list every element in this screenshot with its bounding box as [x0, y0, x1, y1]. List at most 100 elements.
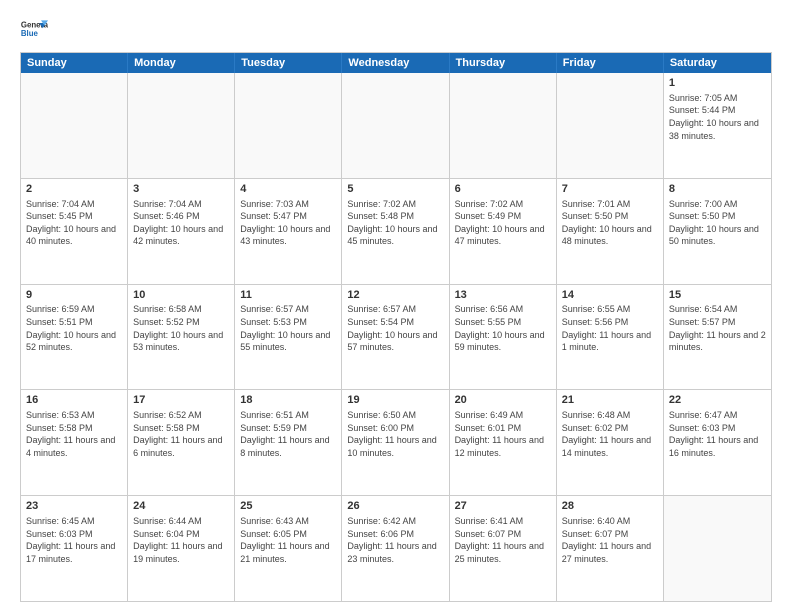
day-number: 7	[562, 182, 658, 197]
calendar-cell: 7Sunrise: 7:01 AM Sunset: 5:50 PM Daylig…	[557, 179, 664, 284]
day-number: 17	[133, 393, 229, 408]
day-number: 24	[133, 499, 229, 514]
calendar-cell: 17Sunrise: 6:52 AM Sunset: 5:58 PM Dayli…	[128, 390, 235, 495]
day-info: Sunrise: 6:57 AM Sunset: 5:53 PM Dayligh…	[240, 303, 336, 353]
day-info: Sunrise: 6:54 AM Sunset: 5:57 PM Dayligh…	[669, 303, 766, 353]
header-day-sunday: Sunday	[21, 53, 128, 73]
calendar-cell: 1Sunrise: 7:05 AM Sunset: 5:44 PM Daylig…	[664, 73, 771, 178]
calendar-cell: 5Sunrise: 7:02 AM Sunset: 5:48 PM Daylig…	[342, 179, 449, 284]
calendar-cell: 11Sunrise: 6:57 AM Sunset: 5:53 PM Dayli…	[235, 285, 342, 390]
day-info: Sunrise: 6:58 AM Sunset: 5:52 PM Dayligh…	[133, 303, 229, 353]
calendar-cell	[664, 496, 771, 601]
day-number: 6	[455, 182, 551, 197]
day-info: Sunrise: 6:44 AM Sunset: 6:04 PM Dayligh…	[133, 515, 229, 565]
calendar-cell: 4Sunrise: 7:03 AM Sunset: 5:47 PM Daylig…	[235, 179, 342, 284]
day-info: Sunrise: 6:43 AM Sunset: 6:05 PM Dayligh…	[240, 515, 336, 565]
calendar-cell	[235, 73, 342, 178]
day-number: 8	[669, 182, 766, 197]
day-info: Sunrise: 6:50 AM Sunset: 6:00 PM Dayligh…	[347, 409, 443, 459]
day-info: Sunrise: 6:48 AM Sunset: 6:02 PM Dayligh…	[562, 409, 658, 459]
day-number: 21	[562, 393, 658, 408]
day-info: Sunrise: 7:00 AM Sunset: 5:50 PM Dayligh…	[669, 198, 766, 248]
header-day-monday: Monday	[128, 53, 235, 73]
day-info: Sunrise: 7:04 AM Sunset: 5:46 PM Dayligh…	[133, 198, 229, 248]
day-number: 9	[26, 288, 122, 303]
day-number: 27	[455, 499, 551, 514]
calendar: SundayMondayTuesdayWednesdayThursdayFrid…	[20, 52, 772, 602]
day-info: Sunrise: 6:59 AM Sunset: 5:51 PM Dayligh…	[26, 303, 122, 353]
calendar-cell: 12Sunrise: 6:57 AM Sunset: 5:54 PM Dayli…	[342, 285, 449, 390]
calendar-cell: 28Sunrise: 6:40 AM Sunset: 6:07 PM Dayli…	[557, 496, 664, 601]
header-day-tuesday: Tuesday	[235, 53, 342, 73]
day-number: 28	[562, 499, 658, 514]
day-info: Sunrise: 6:40 AM Sunset: 6:07 PM Dayligh…	[562, 515, 658, 565]
day-number: 26	[347, 499, 443, 514]
calendar-cell: 14Sunrise: 6:55 AM Sunset: 5:56 PM Dayli…	[557, 285, 664, 390]
day-number: 10	[133, 288, 229, 303]
day-info: Sunrise: 7:02 AM Sunset: 5:49 PM Dayligh…	[455, 198, 551, 248]
calendar-cell: 23Sunrise: 6:45 AM Sunset: 6:03 PM Dayli…	[21, 496, 128, 601]
day-number: 11	[240, 288, 336, 303]
calendar-cell: 22Sunrise: 6:47 AM Sunset: 6:03 PM Dayli…	[664, 390, 771, 495]
day-info: Sunrise: 6:45 AM Sunset: 6:03 PM Dayligh…	[26, 515, 122, 565]
calendar-cell: 20Sunrise: 6:49 AM Sunset: 6:01 PM Dayli…	[450, 390, 557, 495]
calendar-week-5: 23Sunrise: 6:45 AM Sunset: 6:03 PM Dayli…	[21, 495, 771, 601]
calendar-header: SundayMondayTuesdayWednesdayThursdayFrid…	[21, 53, 771, 73]
logo-icon: General Blue	[20, 16, 48, 44]
day-number: 15	[669, 288, 766, 303]
day-number: 22	[669, 393, 766, 408]
day-number: 23	[26, 499, 122, 514]
calendar-cell: 6Sunrise: 7:02 AM Sunset: 5:49 PM Daylig…	[450, 179, 557, 284]
day-number: 14	[562, 288, 658, 303]
calendar-body: 1Sunrise: 7:05 AM Sunset: 5:44 PM Daylig…	[21, 73, 771, 601]
day-info: Sunrise: 6:55 AM Sunset: 5:56 PM Dayligh…	[562, 303, 658, 353]
calendar-cell	[342, 73, 449, 178]
day-number: 12	[347, 288, 443, 303]
calendar-cell: 21Sunrise: 6:48 AM Sunset: 6:02 PM Dayli…	[557, 390, 664, 495]
day-number: 19	[347, 393, 443, 408]
calendar-cell: 18Sunrise: 6:51 AM Sunset: 5:59 PM Dayli…	[235, 390, 342, 495]
calendar-cell: 9Sunrise: 6:59 AM Sunset: 5:51 PM Daylig…	[21, 285, 128, 390]
day-info: Sunrise: 6:41 AM Sunset: 6:07 PM Dayligh…	[455, 515, 551, 565]
day-number: 16	[26, 393, 122, 408]
calendar-cell: 19Sunrise: 6:50 AM Sunset: 6:00 PM Dayli…	[342, 390, 449, 495]
calendar-cell	[450, 73, 557, 178]
day-number: 25	[240, 499, 336, 514]
day-info: Sunrise: 6:49 AM Sunset: 6:01 PM Dayligh…	[455, 409, 551, 459]
calendar-cell	[128, 73, 235, 178]
svg-text:Blue: Blue	[21, 29, 39, 38]
calendar-week-1: 1Sunrise: 7:05 AM Sunset: 5:44 PM Daylig…	[21, 73, 771, 178]
day-number: 2	[26, 182, 122, 197]
logo: General Blue	[20, 16, 52, 44]
calendar-week-3: 9Sunrise: 6:59 AM Sunset: 5:51 PM Daylig…	[21, 284, 771, 390]
page-header: General Blue	[20, 16, 772, 44]
day-number: 13	[455, 288, 551, 303]
day-number: 4	[240, 182, 336, 197]
day-info: Sunrise: 7:05 AM Sunset: 5:44 PM Dayligh…	[669, 92, 766, 142]
calendar-cell: 27Sunrise: 6:41 AM Sunset: 6:07 PM Dayli…	[450, 496, 557, 601]
day-info: Sunrise: 7:02 AM Sunset: 5:48 PM Dayligh…	[347, 198, 443, 248]
day-info: Sunrise: 7:01 AM Sunset: 5:50 PM Dayligh…	[562, 198, 658, 248]
day-number: 5	[347, 182, 443, 197]
calendar-cell: 13Sunrise: 6:56 AM Sunset: 5:55 PM Dayli…	[450, 285, 557, 390]
day-number: 1	[669, 76, 766, 91]
calendar-cell: 8Sunrise: 7:00 AM Sunset: 5:50 PM Daylig…	[664, 179, 771, 284]
calendar-cell: 26Sunrise: 6:42 AM Sunset: 6:06 PM Dayli…	[342, 496, 449, 601]
day-info: Sunrise: 6:57 AM Sunset: 5:54 PM Dayligh…	[347, 303, 443, 353]
calendar-week-2: 2Sunrise: 7:04 AM Sunset: 5:45 PM Daylig…	[21, 178, 771, 284]
calendar-cell: 15Sunrise: 6:54 AM Sunset: 5:57 PM Dayli…	[664, 285, 771, 390]
header-day-thursday: Thursday	[450, 53, 557, 73]
day-info: Sunrise: 6:42 AM Sunset: 6:06 PM Dayligh…	[347, 515, 443, 565]
calendar-cell: 3Sunrise: 7:04 AM Sunset: 5:46 PM Daylig…	[128, 179, 235, 284]
day-info: Sunrise: 6:51 AM Sunset: 5:59 PM Dayligh…	[240, 409, 336, 459]
day-info: Sunrise: 6:53 AM Sunset: 5:58 PM Dayligh…	[26, 409, 122, 459]
calendar-cell: 24Sunrise: 6:44 AM Sunset: 6:04 PM Dayli…	[128, 496, 235, 601]
day-info: Sunrise: 6:47 AM Sunset: 6:03 PM Dayligh…	[669, 409, 766, 459]
calendar-cell: 10Sunrise: 6:58 AM Sunset: 5:52 PM Dayli…	[128, 285, 235, 390]
header-day-friday: Friday	[557, 53, 664, 73]
calendar-week-4: 16Sunrise: 6:53 AM Sunset: 5:58 PM Dayli…	[21, 389, 771, 495]
calendar-cell: 25Sunrise: 6:43 AM Sunset: 6:05 PM Dayli…	[235, 496, 342, 601]
day-number: 3	[133, 182, 229, 197]
calendar-cell	[21, 73, 128, 178]
calendar-cell: 2Sunrise: 7:04 AM Sunset: 5:45 PM Daylig…	[21, 179, 128, 284]
